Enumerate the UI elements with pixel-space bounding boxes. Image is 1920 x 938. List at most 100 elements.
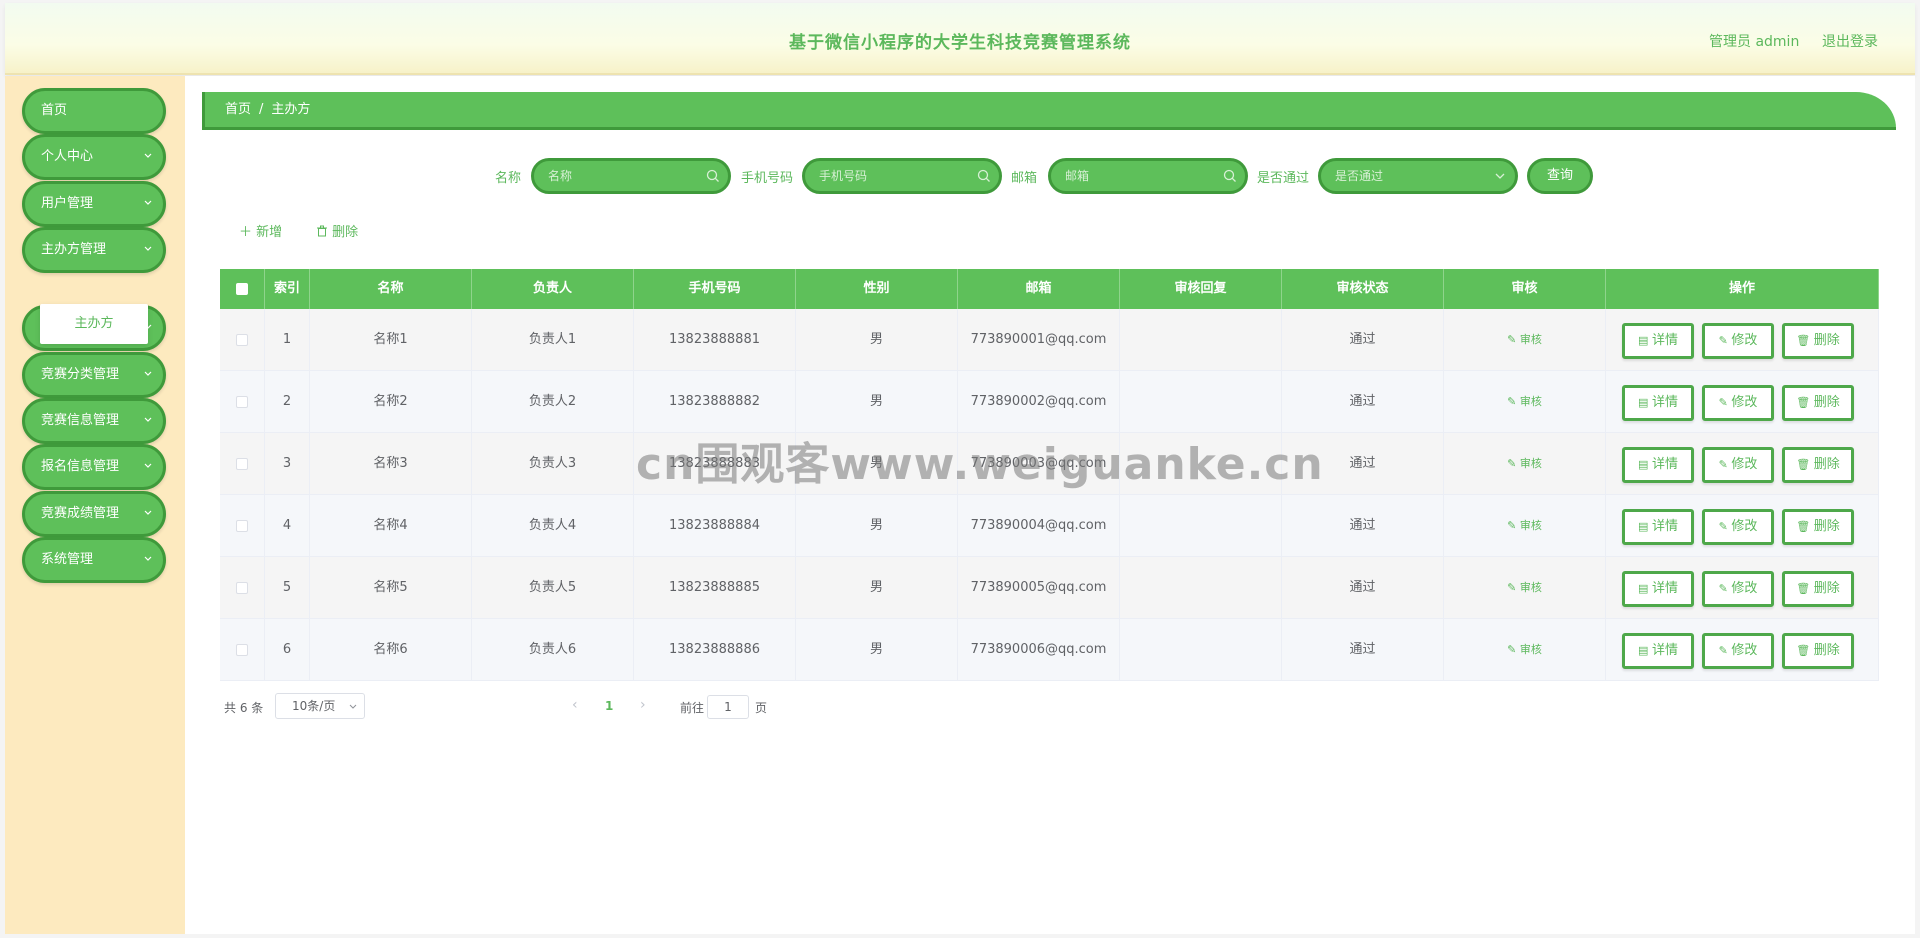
logout-link[interactable]: 退出登录 (1822, 31, 1878, 51)
table-row[interactable]: 2 名称2 负责人2 13823888882 男 773890002@qq.com 通过 ✎ … (220, 371, 1879, 433)
edit-button-label: 修改 (1731, 519, 1758, 534)
detail-button[interactable]: ▤ 详情 (1622, 447, 1694, 483)
passed-select-placeholder: 是否通过 (1335, 169, 1384, 183)
row-checkbox[interactable] (236, 520, 248, 532)
edit-pen-icon: ✎ (1507, 457, 1520, 470)
submenu-item-organizer[interactable]: 主办方 (40, 304, 148, 344)
sidebar-item-label: 报名信息管理 (41, 459, 120, 474)
cell-operations: ▤ 详情 ✎ 修改 🗑 删除 (1606, 495, 1879, 557)
detail-button[interactable]: ▤ 详情 (1622, 385, 1694, 421)
edit-button-label: 修改 (1731, 395, 1758, 410)
goto-suffix: 页 (755, 701, 768, 715)
audit-link[interactable]: ✎ 审核 (1507, 457, 1542, 470)
sidebar-item-2[interactable]: 用户管理 (22, 181, 166, 227)
select-all-checkbox[interactable] (236, 283, 248, 295)
add-button[interactable]: ＋ 新增 (239, 221, 282, 240)
batch-delete-button[interactable]: 删除 (316, 221, 358, 240)
table-header: 索引 名称 负责人 手机号码 性别 邮箱 审核回复 审核状态 审核 操作 (220, 269, 1879, 309)
goto-page-input[interactable]: 1 (707, 695, 749, 719)
delete-button[interactable]: 🗑 删除 (1782, 385, 1854, 421)
table-row[interactable]: 1 名称1 负责人1 13823888881 男 773890001@qq.com 通过 ✎ … (220, 309, 1879, 371)
delete-button[interactable]: 🗑 删除 (1782, 447, 1854, 483)
edit-pen-icon: ✎ (1507, 333, 1520, 346)
cell-leader: 负责人2 (472, 371, 634, 433)
column-header: 审核回复 (1120, 269, 1282, 309)
sidebar-item-label: 系统管理 (41, 552, 94, 567)
row-select-cell (220, 619, 265, 681)
chevron-down-icon (144, 510, 152, 515)
passed-search-label: 是否通过 (1257, 171, 1310, 186)
next-page-button[interactable]: › (640, 697, 646, 713)
row-select-cell (220, 309, 265, 371)
search-icon (1223, 169, 1236, 182)
audit-link-label: 审核 (1519, 643, 1542, 656)
edit-button[interactable]: ✎ 修改 (1702, 385, 1774, 421)
column-header: 负责人 (472, 269, 634, 309)
delete-button[interactable]: 🗑 删除 (1782, 509, 1854, 545)
sidebar-item-7[interactable]: 报名信息管理 (22, 444, 166, 490)
table-row[interactable]: 4 名称4 负责人4 13823888884 男 773890004@qq.com 通过 ✎ … (220, 495, 1879, 557)
cell-email: 773890002@qq.com (958, 371, 1120, 433)
row-checkbox[interactable] (236, 458, 248, 470)
name-search-input[interactable]: 名称 (531, 158, 731, 194)
email-search-input[interactable]: 邮箱 (1048, 158, 1248, 194)
audit-link[interactable]: ✎ 审核 (1507, 643, 1542, 656)
edit-button[interactable]: ✎ 修改 (1702, 323, 1774, 359)
delete-button[interactable]: 🗑 删除 (1782, 633, 1854, 669)
audit-link[interactable]: ✎ 审核 (1507, 333, 1542, 346)
cell-email: 773890001@qq.com (958, 309, 1120, 371)
cell-email: 773890005@qq.com (958, 557, 1120, 619)
document-icon: ▤ (1638, 644, 1652, 657)
audit-link[interactable]: ✎ 审核 (1507, 581, 1542, 594)
cell-reply (1120, 371, 1282, 433)
sidebar-item-3[interactable]: 主办方管理 (22, 227, 166, 273)
pagination-total: 共 6 条 (224, 701, 264, 715)
row-checkbox[interactable] (236, 582, 248, 594)
query-button[interactable]: 查询 (1527, 158, 1593, 194)
email-search-placeholder: 邮箱 (1065, 169, 1090, 183)
edit-pen-icon: ✎ (1718, 582, 1732, 595)
top-header: 基于微信小程序的大学生科技竞赛管理系统 管理员 admin 退出登录 (5, 3, 1915, 75)
table-row[interactable]: 3 名称3 负责人3 13823888883 男 773890003@qq.com 通过 ✎ … (220, 433, 1879, 495)
detail-button[interactable]: ▤ 详情 (1622, 633, 1694, 669)
sidebar-item-5[interactable]: 竞赛分类管理 (22, 352, 166, 398)
audit-link[interactable]: ✎ 审核 (1507, 395, 1542, 408)
current-page[interactable]: 1 (605, 699, 613, 713)
delete-button[interactable]: 🗑 删除 (1782, 571, 1854, 607)
edit-button[interactable]: ✎ 修改 (1702, 571, 1774, 607)
sidebar-item-9[interactable]: 系统管理 (22, 537, 166, 583)
breadcrumb-home[interactable]: 首页 (225, 102, 251, 117)
table-row[interactable]: 5 名称5 负责人5 13823888885 男 773890005@qq.com 通过 ✎ … (220, 557, 1879, 619)
cell-name: 名称1 (310, 309, 472, 371)
cell-status: 通过 (1282, 309, 1444, 371)
phone-search-input[interactable]: 手机号码 (802, 158, 1002, 194)
detail-button[interactable]: ▤ 详情 (1622, 509, 1694, 545)
page-size-select[interactable]: 10条/页 (275, 693, 365, 719)
audit-link[interactable]: ✎ 审核 (1507, 519, 1542, 532)
row-checkbox[interactable] (236, 334, 248, 346)
cell-phone: 13823888886 (634, 619, 796, 681)
sidebar-item-8[interactable]: 竞赛成绩管理 (22, 491, 166, 537)
detail-button[interactable]: ▤ 详情 (1622, 323, 1694, 359)
edit-button[interactable]: ✎ 修改 (1702, 633, 1774, 669)
audit-link-label: 审核 (1519, 581, 1542, 594)
phone-search-label: 手机号码 (741, 171, 794, 186)
detail-button[interactable]: ▤ 详情 (1622, 571, 1694, 607)
delete-button[interactable]: 🗑 删除 (1782, 323, 1854, 359)
row-checkbox[interactable] (236, 644, 248, 656)
trash-icon (317, 225, 327, 237)
passed-select[interactable]: 是否通过 (1318, 158, 1518, 194)
edit-pen-icon: ✎ (1718, 644, 1732, 657)
cell-operations: ▤ 详情 ✎ 修改 🗑 删除 (1606, 371, 1879, 433)
cell-audit: ✎ 审核 (1444, 619, 1606, 681)
row-checkbox[interactable] (236, 396, 248, 408)
edit-button[interactable]: ✎ 修改 (1702, 447, 1774, 483)
sidebar-item-6[interactable]: 竞赛信息管理 (22, 398, 166, 444)
table-row[interactable]: 6 名称6 负责人6 13823888886 男 773890006@qq.com 通过 ✎ … (220, 619, 1879, 681)
cell-operations: ▤ 详情 ✎ 修改 🗑 删除 (1606, 619, 1879, 681)
goto-prefix: 前往 (680, 701, 705, 715)
edit-button[interactable]: ✎ 修改 (1702, 509, 1774, 545)
sidebar-item-0[interactable]: 首页 (22, 88, 166, 134)
sidebar-item-1[interactable]: 个人中心 (22, 134, 166, 180)
prev-page-button[interactable]: ‹ (572, 697, 578, 713)
